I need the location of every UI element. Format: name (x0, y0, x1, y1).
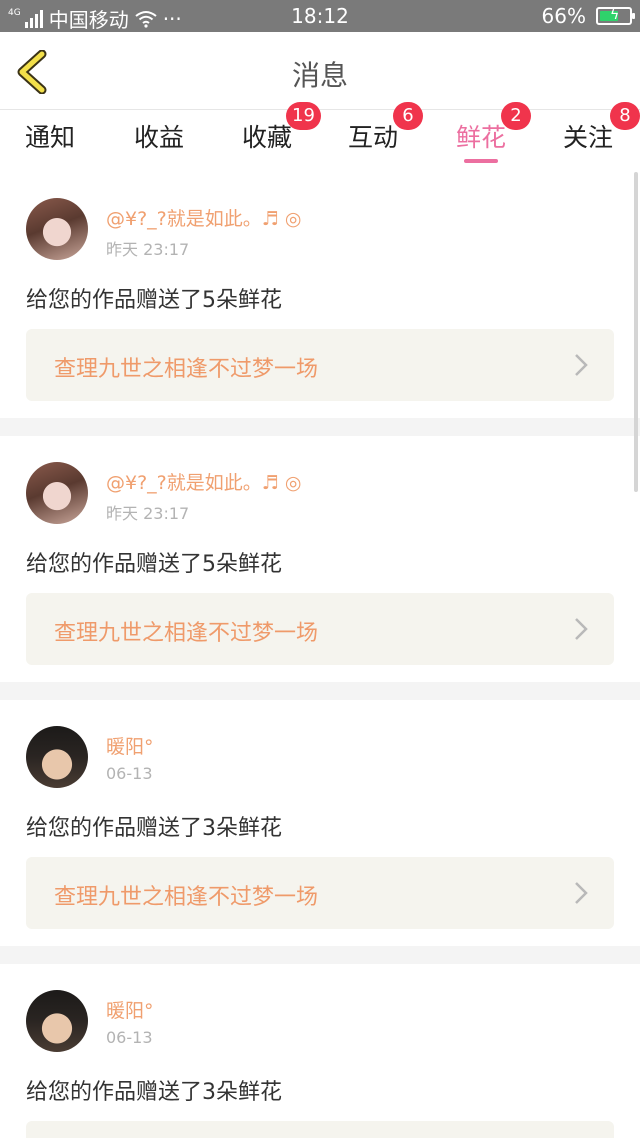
avatar[interactable] (26, 726, 88, 788)
battery-icon: ϟ (596, 7, 635, 25)
avatar[interactable] (26, 462, 88, 524)
message-card: 暖阳° 06-13 给您的作品赠送了3朵鲜花 查理九世之相逢不过梦一场 (0, 700, 640, 946)
message-card: 暖阳° 06-13 给您的作品赠送了3朵鲜花 (0, 964, 640, 1138)
page-title: 消息 (291, 59, 348, 92)
chevron-right-icon (575, 618, 588, 640)
divider (0, 418, 640, 436)
username[interactable]: 暖阳° (106, 732, 154, 759)
timestamp: 昨天 23:17 (106, 240, 190, 259)
timestamp: 06-13 (106, 1028, 153, 1047)
message-text: 给您的作品赠送了3朵鲜花 (26, 1080, 282, 1105)
tab-label: 收益 (133, 123, 184, 152)
tab-earnings[interactable]: 收益 (109, 111, 209, 169)
tab-flowers[interactable]: 鲜花 2 (431, 102, 531, 169)
chevron-right-icon (575, 354, 588, 376)
tab-notice[interactable]: 通知 (0, 111, 100, 169)
message-text: 给您的作品赠送了5朵鲜花 (26, 552, 282, 577)
work-link[interactable]: 查理九世之相逢不过梦一场 (26, 857, 614, 929)
message-text: 给您的作品赠送了5朵鲜花 (26, 288, 282, 313)
tab-label: 互动 (347, 123, 398, 152)
divider (0, 682, 640, 700)
tab-interactions[interactable]: 互动 6 (323, 102, 423, 169)
work-link[interactable] (26, 1121, 614, 1138)
chevron-right-icon (575, 882, 588, 904)
work-link[interactable]: 查理九世之相逢不过梦一场 (26, 329, 614, 401)
tab-label: 收藏 (241, 123, 292, 152)
avatar[interactable] (26, 198, 88, 260)
avatar[interactable] (26, 990, 88, 1052)
work-title: 查理九世之相逢不过梦一场 (54, 621, 319, 646)
timestamp: 昨天 23:17 (106, 504, 190, 523)
message-card: @¥?_?就是如此。♬ ◎ 昨天 23:17 给您的作品赠送了5朵鲜花 查理九世… (0, 170, 640, 418)
timestamp: 06-13 (106, 764, 153, 783)
username[interactable]: @¥?_?就是如此。♬ ◎ (106, 468, 301, 495)
work-link[interactable]: 查理九世之相逢不过梦一场 (26, 593, 614, 665)
tab-label: 鲜花 (455, 123, 506, 152)
unread-badge: 8 (610, 102, 640, 130)
tab-label: 关注 (562, 123, 613, 152)
divider (0, 946, 640, 964)
active-tab-indicator (464, 159, 498, 163)
battery-percent: 66% (541, 4, 586, 28)
tab-follows[interactable]: 关注 8 (538, 102, 640, 169)
tab-label: 通知 (24, 123, 75, 152)
work-title: 查理九世之相逢不过梦一场 (54, 885, 319, 910)
unread-badge: 19 (286, 102, 321, 130)
scrollbar[interactable] (634, 172, 638, 492)
username[interactable]: @¥?_?就是如此。♬ ◎ (106, 204, 301, 231)
unread-badge: 2 (501, 102, 531, 130)
status-bar: 4G 中国移动 ··· 18:12 66% ϟ (0, 0, 640, 32)
work-title: 查理九世之相逢不过梦一场 (54, 357, 319, 382)
message-text: 给您的作品赠送了3朵鲜花 (26, 816, 282, 841)
message-card: @¥?_?就是如此。♬ ◎ 昨天 23:17 给您的作品赠送了5朵鲜花 查理九世… (0, 436, 640, 682)
nav-header: 消息 (0, 32, 640, 110)
tab-bar: 通知 收益 收藏 19 互动 6 鲜花 2 关注 8 (0, 102, 640, 169)
username[interactable]: 暖阳° (106, 996, 154, 1023)
unread-badge: 6 (393, 102, 423, 130)
tab-favorites[interactable]: 收藏 19 (217, 102, 321, 169)
